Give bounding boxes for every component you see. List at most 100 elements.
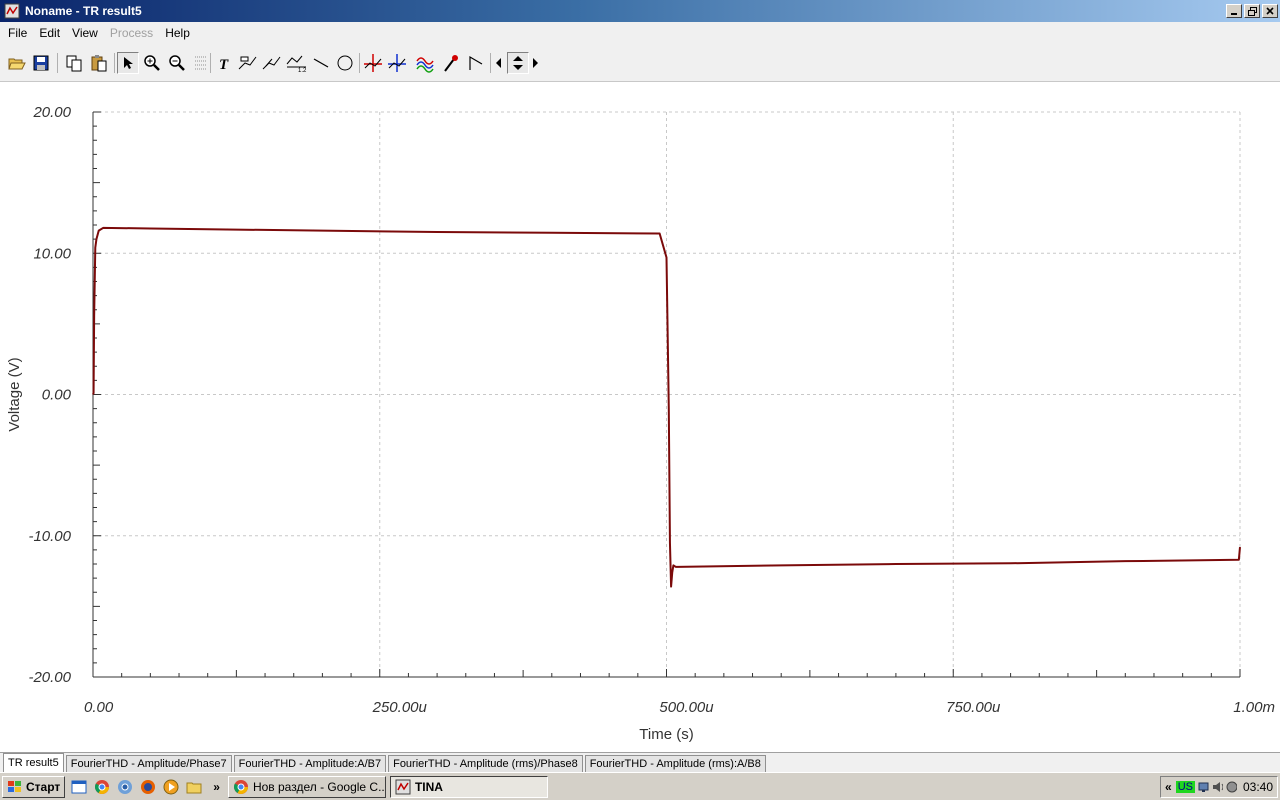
quicklaunch-chrome[interactable] — [93, 778, 111, 796]
quicklaunch-explorer[interactable] — [70, 778, 88, 796]
arrow-updown-icon — [513, 56, 523, 70]
line-icon — [313, 58, 329, 68]
probe-button[interactable] — [440, 52, 462, 74]
menu-process: Process — [109, 25, 154, 40]
tab-fourier-rms-ab8[interactable]: FourierTHD - Amplitude (rms):A/B8 — [584, 755, 766, 772]
toolbar-separator — [359, 53, 360, 73]
cursor-b-button[interactable] — [386, 52, 408, 74]
probe-icon — [444, 55, 458, 72]
paste-button[interactable] — [88, 52, 110, 74]
arrow-left-icon — [496, 58, 501, 68]
zoom-out-button[interactable] — [166, 52, 188, 74]
tina-icon — [395, 779, 411, 794]
annotation-icon: 1.2 — [286, 55, 307, 72]
toolbar-separator — [114, 53, 115, 73]
quicklaunch-firefox[interactable] — [139, 778, 157, 796]
open-icon — [8, 58, 26, 70]
arrow-right-icon — [533, 58, 538, 68]
tray-expand-button[interactable]: « — [1165, 780, 1172, 794]
save-icon — [33, 55, 49, 71]
window-title: Noname - TR result5 — [25, 4, 142, 18]
quicklaunch-media-player[interactable] — [162, 778, 180, 796]
text-button[interactable]: T — [213, 52, 235, 74]
cursor-a-button[interactable] — [362, 52, 384, 74]
tab-fourier-ab7[interactable]: FourierTHD - Amplitude:A/B7 — [233, 755, 387, 772]
scroll-right-button[interactable] — [529, 52, 541, 74]
menu-edit[interactable]: Edit — [33, 26, 66, 40]
grid-icon — [195, 56, 207, 70]
annotation-button[interactable]: 1.2 — [286, 52, 308, 74]
toolbar: T 1.2 — [0, 43, 1280, 82]
folder-icon — [186, 782, 202, 793]
label-curve-icon — [238, 56, 257, 70]
task-chrome-label: Нов раздел - Google C... — [252, 779, 386, 794]
tab-fourier-rms-phase8[interactable]: FourierTHD - Amplitude (rms)/Phase8 — [388, 755, 583, 772]
y-tick-label: 10.00 — [33, 245, 71, 262]
chrome-alt-icon — [118, 779, 133, 794]
quicklaunch-folder[interactable] — [185, 778, 203, 796]
power-icon[interactable] — [1225, 780, 1237, 794]
start-button[interactable]: Старт — [2, 775, 66, 798]
menu-bar: File Edit View Process Help — [0, 22, 1280, 43]
system-tray: « US 03:40 — [1160, 776, 1278, 798]
pointer-icon — [124, 57, 133, 69]
open-button[interactable] — [6, 52, 28, 74]
copy-button[interactable] — [63, 52, 85, 74]
toolbar-separator — [210, 53, 211, 73]
y-tick-label: -20.00 — [28, 669, 71, 686]
network-icon[interactable] — [1198, 780, 1210, 794]
svg-text:1.2: 1.2 — [298, 68, 307, 72]
label-curve-2-button[interactable] — [261, 52, 283, 74]
x-tick-label: 250.00u — [372, 699, 428, 716]
chrome-icon — [233, 779, 248, 794]
toolbar-separator — [490, 53, 491, 73]
minimize-button[interactable] — [1226, 4, 1242, 18]
zoom-in-button[interactable] — [141, 52, 163, 74]
curves-icon — [416, 57, 434, 73]
y-tick-label: 0.00 — [42, 387, 72, 404]
menu-view[interactable]: View — [66, 26, 104, 40]
task-tina[interactable]: TINA — [389, 775, 548, 798]
line-button[interactable] — [310, 52, 332, 74]
x-tick-label: 750.00u — [946, 699, 1001, 716]
minimize-icon — [1231, 13, 1237, 15]
y-tick-label: 20.00 — [32, 104, 71, 121]
language-indicator[interactable]: US — [1175, 781, 1195, 793]
chrome-icon — [95, 779, 110, 794]
circle-button[interactable] — [334, 52, 356, 74]
voltage-time-chart[interactable]: 0.00 250.00u 500.00u 750.00u 1.00m 20.00 10.00… — [0, 82, 1280, 752]
scroll-left-button[interactable] — [492, 52, 506, 74]
plot-grid — [93, 111, 1241, 677]
label-curve-2-icon — [262, 56, 281, 70]
close-button[interactable] — [1262, 4, 1278, 18]
clock: 03:40 — [1242, 780, 1274, 794]
paste-icon — [91, 55, 107, 72]
menu-help[interactable]: Help — [159, 26, 196, 40]
app-icon — [4, 3, 20, 19]
svg-text:T: T — [219, 57, 229, 71]
quicklaunch-more[interactable]: » — [213, 780, 220, 794]
explorer-icon — [71, 780, 87, 793]
curves-button[interactable] — [414, 52, 436, 74]
close-icon — [1266, 7, 1274, 15]
plot-area[interactable]: 0.00 250.00u 500.00u 750.00u 1.00m 20.00 10.00… — [0, 82, 1280, 752]
menu-file[interactable]: File — [2, 26, 33, 40]
x-tick-label: 1.00m — [1233, 699, 1275, 716]
task-chrome[interactable]: Нов раздел - Google C... — [227, 775, 386, 798]
volume-icon[interactable] — [1212, 780, 1224, 794]
scroll-updown-button[interactable] — [507, 52, 529, 74]
restore-button[interactable] — [1244, 4, 1260, 18]
quicklaunch-chrome-2[interactable] — [116, 778, 134, 796]
x-tick-label: 0.00 — [84, 699, 114, 716]
restore-icon — [1247, 6, 1257, 16]
save-button[interactable] — [30, 52, 52, 74]
cursor-b-icon — [388, 54, 406, 72]
task-tina-label: TINA — [414, 779, 443, 794]
pointer-button[interactable] — [117, 52, 139, 74]
title-bar: Noname - TR result5 — [0, 0, 1280, 22]
step-button[interactable] — [465, 52, 487, 74]
label-curve-button[interactable] — [237, 52, 259, 74]
grid-button[interactable] — [190, 52, 212, 74]
tab-tr-result5[interactable]: TR result5 — [3, 753, 64, 772]
tab-fourier-phase7[interactable]: FourierTHD - Amplitude/Phase7 — [65, 755, 232, 772]
